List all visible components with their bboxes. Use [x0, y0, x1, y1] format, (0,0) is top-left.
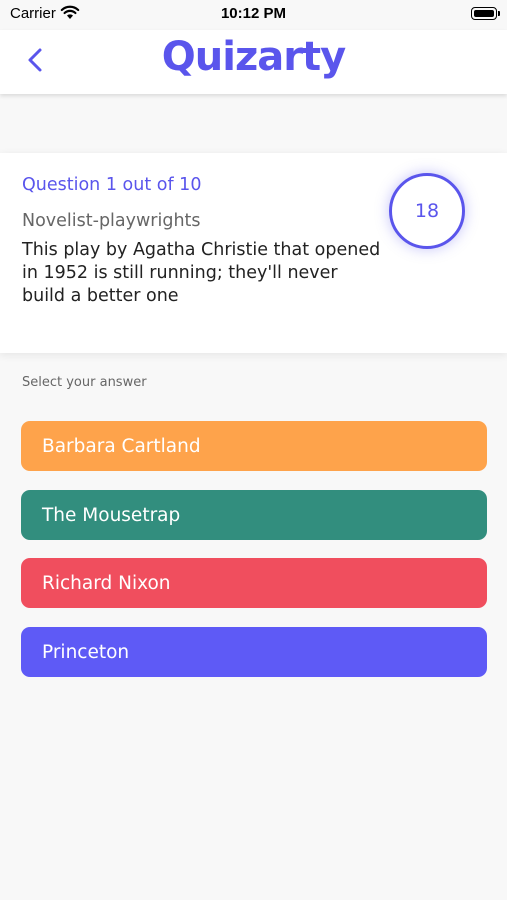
- question-category: Novelist-playwrights: [22, 211, 201, 231]
- battery-icon: [471, 7, 500, 20]
- select-answer-label: Select your answer: [22, 375, 147, 390]
- nav-bar: Quizarty: [0, 30, 507, 94]
- answer-option[interactable]: Princeton: [21, 627, 487, 677]
- answer-option[interactable]: Barbara Cartland: [21, 421, 487, 471]
- answer-option[interactable]: Richard Nixon: [21, 558, 487, 608]
- question-text: This play by Agatha Christie that opened…: [22, 240, 381, 306]
- app-logo: Quizarty: [161, 34, 346, 80]
- status-bar: Carrier 10:12 PM: [0, 0, 507, 30]
- answer-option[interactable]: The Mousetrap: [21, 490, 487, 540]
- question-card: Question 1 out of 10 Novelist-playwright…: [0, 153, 507, 353]
- question-progress: Question 1 out of 10: [22, 175, 202, 195]
- countdown-timer: 18: [389, 173, 465, 249]
- clock: 10:12 PM: [220, 5, 287, 22]
